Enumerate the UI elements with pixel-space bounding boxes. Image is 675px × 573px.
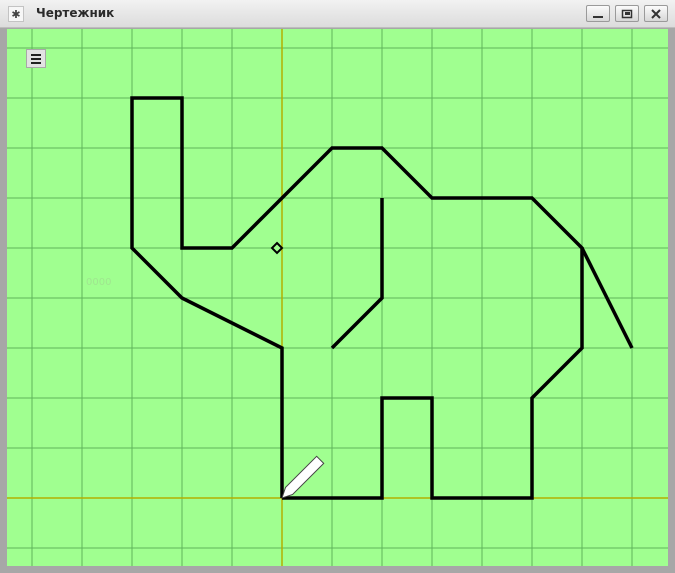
- drawing-canvas[interactable]: 0000: [7, 29, 668, 566]
- pen-icon: [281, 455, 325, 499]
- elephant-leg-line: [330, 198, 384, 350]
- title-bar[interactable]: ✱ Чертежник: [0, 0, 675, 28]
- hamburger-menu-button[interactable]: [26, 49, 46, 68]
- pin-icon[interactable]: ✱: [8, 6, 24, 22]
- faint-canvas-label: 0000: [86, 277, 112, 288]
- restore-icon: [621, 9, 633, 18]
- hamburger-menu-icon: [31, 53, 41, 56]
- restore-button[interactable]: [615, 5, 639, 22]
- drawing-area: [7, 29, 668, 566]
- window-title: Чертежник: [36, 6, 115, 20]
- close-icon: [651, 8, 661, 19]
- minimize-icon: [593, 15, 603, 18]
- close-button[interactable]: [644, 5, 668, 22]
- pen-body: [281, 455, 325, 499]
- app-window: ✱ Чертежник 0000: [0, 0, 675, 573]
- eye-marker: [270, 241, 284, 255]
- minimize-button[interactable]: [586, 5, 610, 22]
